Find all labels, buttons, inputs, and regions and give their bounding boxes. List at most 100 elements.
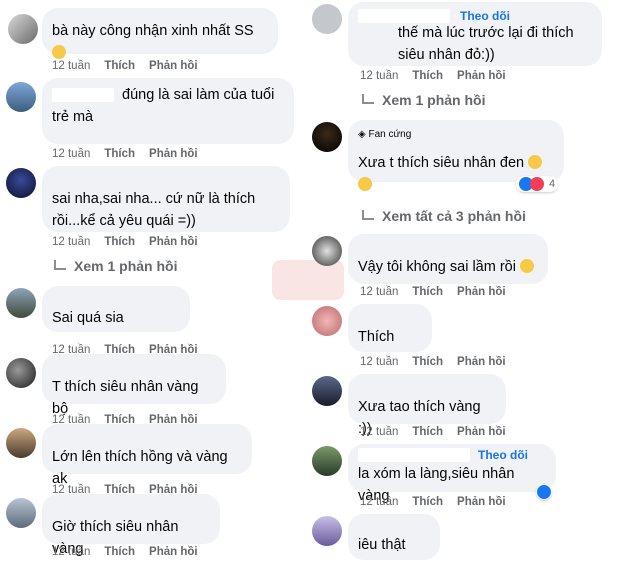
avatar[interactable] [8,14,38,44]
comment-bubble: Lớn lên thích hồng và vàng ak [42,424,252,487]
timestamp: 12 tuần [360,70,399,82]
view-replies-link[interactable]: Xem tất cả 3 phản hồi [362,208,526,224]
like-button[interactable]: Thích [412,286,443,298]
comment-text: sai nha,sai nha... cứ nữ là thích rồi...… [52,191,256,229]
comment-bubble: Theo dõi la xóm la làng,siêu nhân vàng [348,444,556,504]
reply-button[interactable]: Phản hồi [149,148,198,160]
emoji-icon [52,45,66,59]
view-replies-link[interactable]: Xem 1 phản hồi [362,92,485,108]
avatar[interactable] [312,446,342,476]
view-replies-link[interactable]: Xem 1 phản hồi [54,258,177,274]
comment-actions: 12 tuần Thích Phản hồi [360,356,520,368]
comment-actions: 12 tuần Thích Phản hồi [52,546,212,558]
like-button[interactable]: Thích [104,546,135,558]
avatar[interactable] [6,168,36,198]
avatar[interactable] [312,376,342,406]
like-button[interactable]: Thích [412,356,443,368]
comment-bubble: Theo dõi thế mà lúc trước lại đi thích s… [348,2,602,66]
avatar[interactable] [312,516,342,546]
avatar[interactable] [6,358,36,388]
reply-button[interactable]: Phản hồi [149,60,198,72]
like-button[interactable]: Thích [412,70,443,82]
reply-button[interactable]: Phản hồi [457,356,506,368]
comment-bubble: Xưa tao thích vàng :)) [348,374,506,437]
timestamp: 12 tuần [360,496,399,508]
reaction-count: 4 [549,178,556,190]
grin-emoji-icon [358,177,372,191]
comment-actions: 12 tuần Thích Phản hồi [360,286,520,298]
reply-button[interactable]: Phản hồi [457,496,506,508]
comment-text: Lớn lên thích hồng và vàng ak [52,449,228,487]
comment-bubble: Thích [348,304,432,352]
comment-actions: 12 tuần Thích Phản hồi [360,426,520,438]
avatar[interactable] [6,498,36,528]
redacted-name[interactable] [52,88,114,102]
avatar[interactable] [312,4,342,34]
comment-bubble: T thích siêu nhân vàng bộ [42,354,226,417]
avatar[interactable] [312,122,342,152]
timestamp: 12 tuần [360,286,399,298]
avatar[interactable] [6,82,36,112]
fan-badge-label: Fan cứng [368,129,412,140]
avatar[interactable] [312,306,342,336]
comment-text: iêu thật [358,537,406,553]
comment-header: Theo dõi [358,447,546,463]
comment-bubble: sai nha,sai nha... cứ nữ là thích rồi...… [42,166,290,232]
redacted-name[interactable] [358,9,450,23]
love-reaction-icon [530,177,544,191]
view-replies-label: Xem 1 phản hồi [74,258,178,274]
timestamp: 12 tuần [52,546,91,558]
avatar[interactable] [312,236,342,266]
fan-badge: ◈ Fan cứng [358,129,412,140]
comment-actions: 12 tuần Thích Phản hồi [360,70,520,82]
comment-text: Xưa t thích siêu nhân đen [358,155,525,171]
comment-text: Sai quá sia [52,310,124,326]
comment-bubble: Vậy tôi không sai lầm rồi [348,234,548,284]
comment-header: đúng là sai làm của tuổi [52,84,284,106]
reply-button[interactable]: Phản hồi [457,286,506,298]
avatar[interactable] [6,428,36,458]
comment-actions: 12 tuần Thích Phản hồi [52,148,212,160]
comment-bubble: bà này công nhận xinh nhất SS [42,8,278,59]
view-replies-label: Xem tất cả 3 phản hồi [382,208,526,224]
comment-bubble: iêu thật [348,514,440,560]
comment-text: Vậy tôi không sai lầm rồi [358,259,516,275]
comment-actions: 12 tuần Thích Phản hồi [360,496,520,508]
timestamp: 12 tuần [52,236,91,248]
comment-bubble: Sai quá sia [42,286,190,332]
reaction-summary[interactable] [536,484,552,500]
like-reaction-icon [537,485,551,499]
comment-text: Thích [358,329,395,345]
avatar[interactable] [6,288,36,318]
timestamp: 12 tuần [52,148,91,160]
comment-text: bà này công nhận xinh nhất SS [52,23,254,39]
like-button[interactable]: Thích [104,236,135,248]
reply-arrow-icon [362,94,374,104]
comment-text: thế mà lúc trước lại đi thích siêu nhân … [398,25,574,63]
like-button[interactable]: Thích [412,426,443,438]
view-replies-label: Xem 1 phản hồi [382,92,486,108]
reply-button[interactable]: Phản hồi [457,70,506,82]
like-button[interactable]: Thích [104,60,135,72]
comment-actions: 12 tuần Thích Phản hồi [52,60,212,72]
comment-text: trẻ mà [52,109,94,125]
like-button[interactable]: Thích [104,148,135,160]
timestamp: 12 tuần [52,60,91,72]
like-button[interactable]: Thích [412,496,443,508]
reply-button[interactable]: Phản hồi [149,236,198,248]
comment-bubble: Giờ thích siêu nhân vàng [42,494,220,557]
reply-button[interactable]: Phản hồi [149,546,198,558]
smile-emoji-icon [520,259,534,273]
reply-arrow-icon [362,210,374,220]
comment-bubble: đúng là sai làm của tuổi trẻ mà [42,78,294,144]
grin-emoji-icon [528,155,543,169]
comment-actions: 12 tuần Thích Phản hồi [52,236,212,248]
timestamp: 12 tuần [360,356,399,368]
reaction-summary[interactable]: 4 [516,176,559,192]
comment-bubble: ◈ Fan cứng Xưa t thích siêu nhân đen [348,120,564,191]
comment-text-first-line: đúng là sai làm của tuổi [122,87,275,103]
comment-text: T thích siêu nhân vàng bộ [52,379,199,417]
redacted-name[interactable] [358,448,470,462]
reply-arrow-icon [54,260,66,270]
reply-button[interactable]: Phản hồi [457,426,506,438]
